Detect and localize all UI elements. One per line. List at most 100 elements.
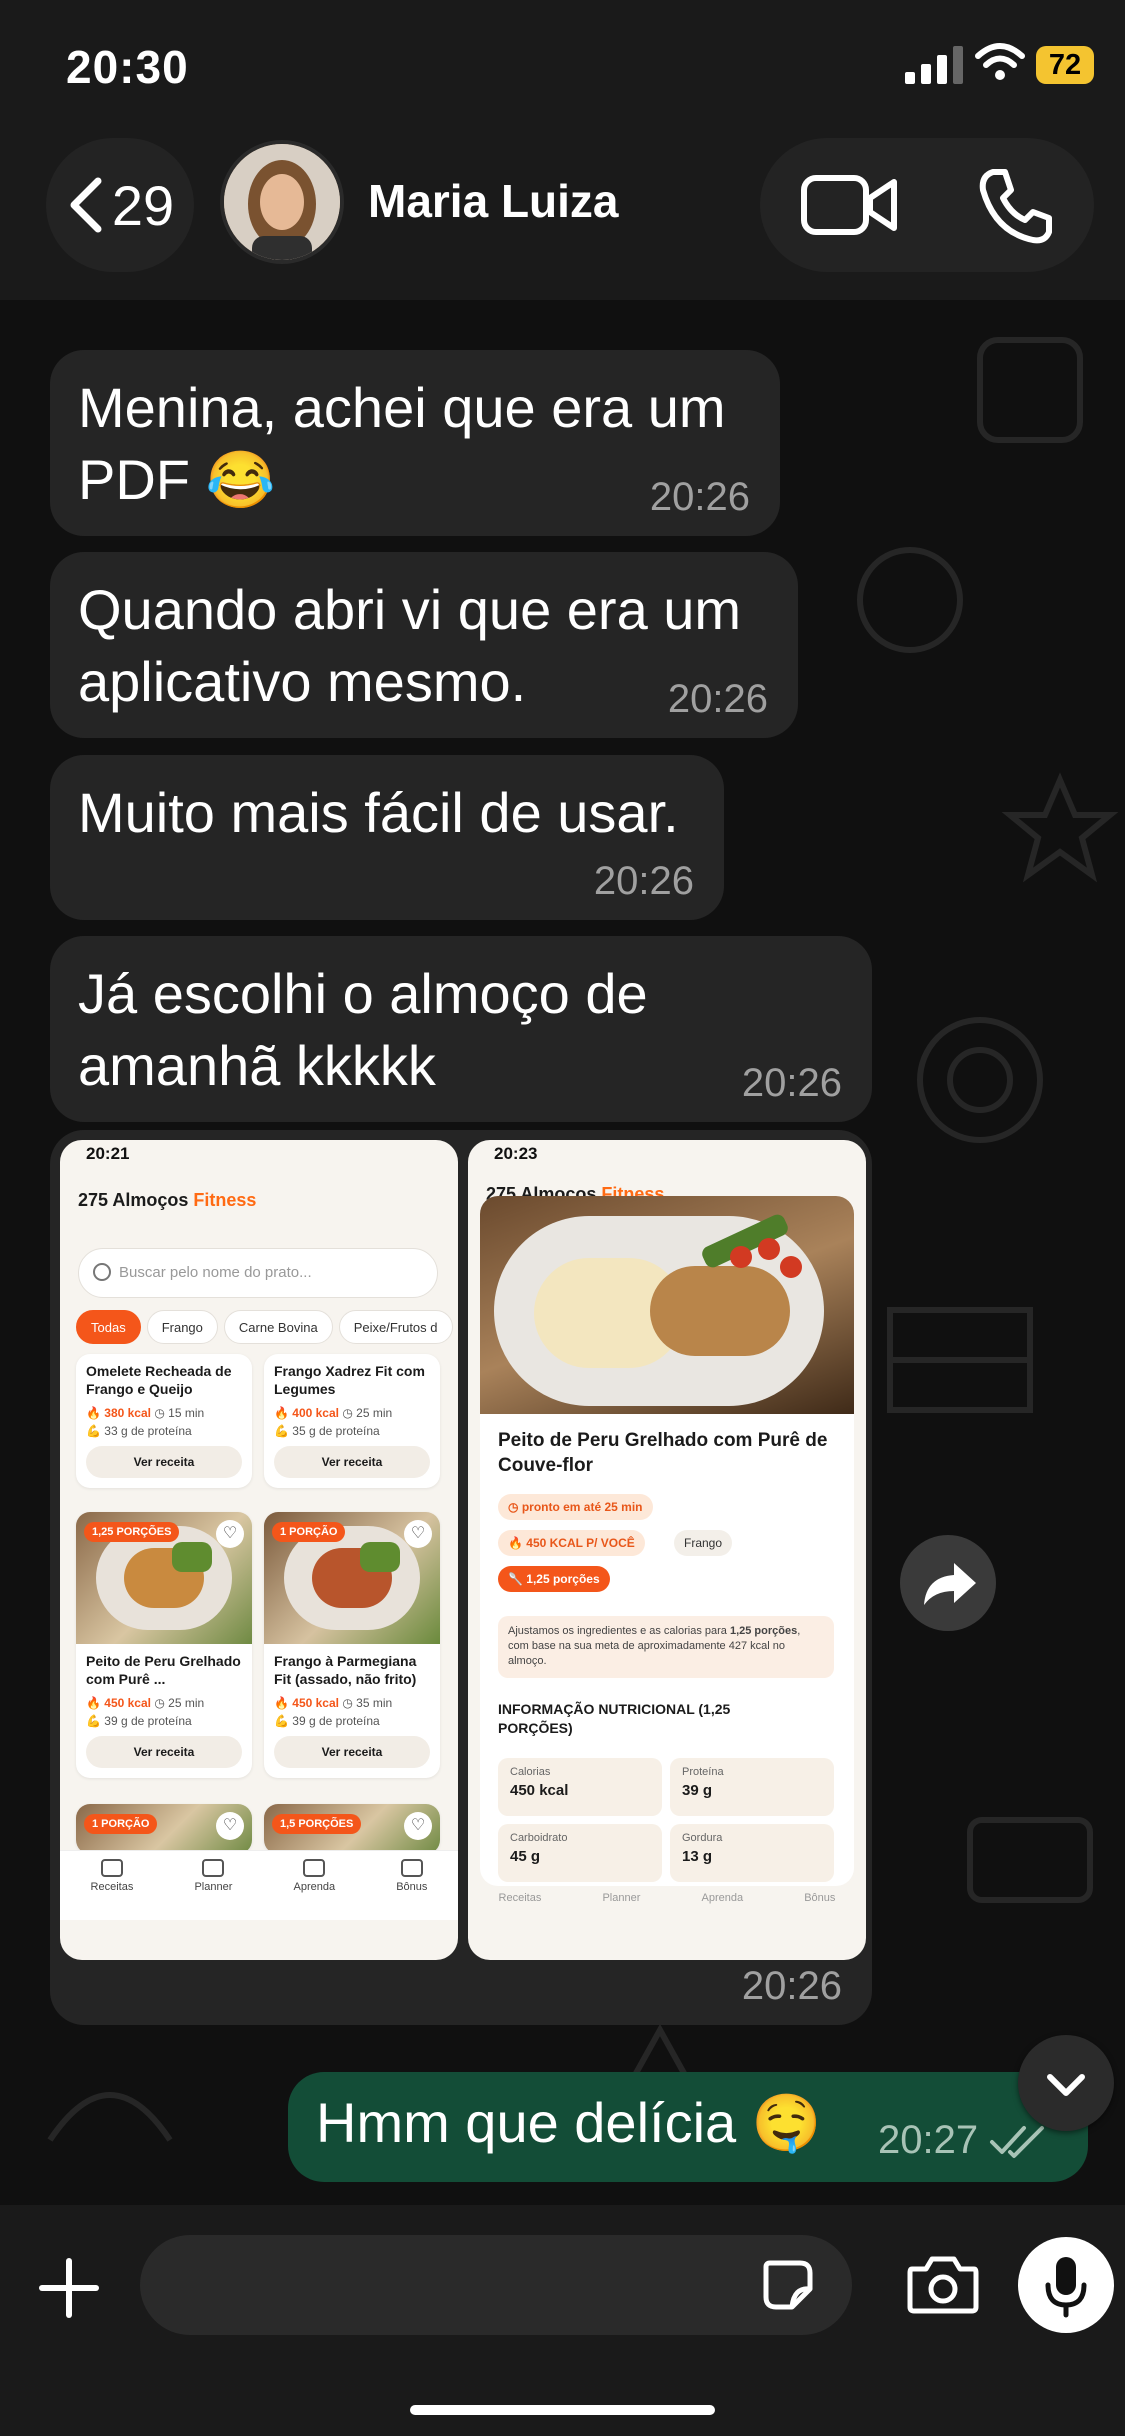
tomato-shape: [780, 1256, 802, 1278]
recipe-card: 1,5 PORÇÕES ♡: [264, 1804, 440, 1854]
incoming-message[interactable]: Já escolhi o almoço de amanhã kkkkk 20:2…: [50, 936, 872, 1122]
mic-icon: [1045, 2257, 1087, 2318]
sticker-icon[interactable]: [760, 2257, 816, 2313]
recipe-meta: 🔥 450 kcal ◷ 35 min: [274, 1696, 393, 1710]
mini-status-time: 20:23: [494, 1144, 538, 1163]
category-chips: Todas Frango Carne Bovina Peixe/Frutos d: [76, 1310, 456, 1344]
calendar-icon: [202, 1859, 225, 1877]
message-text: Hmm que delícia 🤤: [316, 2091, 822, 2154]
wifi-icon: [975, 43, 1025, 80]
recipe-image: 1,5 PORÇÕES ♡: [264, 1804, 440, 1854]
tab-bonus: Bônus: [396, 1859, 427, 1920]
app-title-accent: Fitness: [193, 1190, 257, 1210]
kcal-text: 450 KCAL P/ VOCÊ: [526, 1536, 635, 1550]
portions-pill: 🥄 1,25 porções: [498, 1566, 610, 1592]
message-time: 20:26: [741, 1061, 842, 1105]
recipe-time: 35 min: [356, 1696, 393, 1710]
recipe-protein: 💪 33 g de proteína: [86, 1424, 192, 1438]
contact-name[interactable]: Maria Luiza: [368, 174, 619, 228]
recipe-protein-text: 33 g de proteína: [104, 1424, 192, 1438]
message-text: Já escolhi o almoço de amanhã kkkkk: [78, 962, 648, 1097]
fillet-shape: [650, 1266, 790, 1356]
ready-time-text: pronto em até 25 min: [521, 1500, 643, 1514]
note-text: Ajustamos os ingredientes e as calorias …: [508, 1625, 730, 1637]
forward-button[interactable]: [900, 1535, 996, 1631]
recipe-time: 25 min: [168, 1696, 205, 1710]
camera-icon[interactable]: [906, 2253, 980, 2315]
heart-icon: ♡: [404, 1520, 432, 1548]
ready-time-pill: ◷ pronto em até 25 min: [498, 1494, 653, 1520]
recipe-title: Omelete Recheada de Frango e Queijo: [86, 1363, 232, 1397]
message-time: 20:27: [878, 2118, 979, 2162]
nutrition-label: Proteína: [682, 1766, 724, 1778]
video-call-icon[interactable]: [800, 170, 900, 240]
attached-screenshot[interactable]: 20:23 275 Almoços Fitness Peito de Peru …: [468, 1140, 866, 1960]
outgoing-message[interactable]: Hmm que delícia 🤤 20:27: [288, 2072, 1088, 2182]
recipe-image: 1 PORÇÃO ♡: [76, 1804, 252, 1854]
chip: Peixe/Frutos d: [338, 1310, 453, 1344]
vegetable-shape: [360, 1542, 400, 1572]
tab-aprenda: Aprenda: [293, 1859, 335, 1920]
kcal-pill: 🔥 450 KCAL P/ VOCÊ: [498, 1530, 645, 1556]
search-icon: [93, 1263, 111, 1281]
attached-screenshot[interactable]: 20:21 275 Almoços Fitness Buscar pelo no…: [60, 1140, 458, 1960]
nutrition-box: Proteína 39 g: [670, 1758, 834, 1816]
home-indicator: [410, 2405, 715, 2415]
message-time: 20:26: [649, 475, 750, 519]
category-pill: Frango: [674, 1530, 733, 1556]
recipe-protein: 💪 39 g de proteína: [274, 1714, 380, 1728]
back-button[interactable]: 29: [46, 138, 194, 272]
chip: Frango: [146, 1310, 218, 1344]
app-title: 275 Almoços Fitness: [78, 1190, 256, 1211]
phone-icon[interactable]: [975, 166, 1055, 246]
message-input[interactable]: [140, 2235, 852, 2335]
tab-label: Bônus: [804, 1892, 836, 1904]
recipe-detail-card: Peito de Peru Grelhado com Purê de Couve…: [480, 1196, 854, 1886]
view-recipe-button: Ver receita: [274, 1446, 430, 1478]
tab-label: Planner: [602, 1892, 641, 1904]
vegetable-shape: [172, 1542, 212, 1572]
message-time: 20:26: [667, 677, 768, 721]
recipe-title: Frango à Parmegiana Fit (assado, não fri…: [274, 1653, 417, 1687]
tab-label: Receitas: [498, 1892, 542, 1904]
view-recipe-button: Ver receita: [86, 1446, 242, 1478]
nutrition-label: Gordura: [682, 1832, 723, 1844]
app-tab-bar: Receitas Planner Aprenda Bônus: [60, 1850, 458, 1920]
chip: Todas: [76, 1310, 141, 1344]
recipe-detail-title: Peito de Peru Grelhado com Purê de Couve…: [498, 1430, 828, 1476]
message-time: 20:26: [741, 1964, 842, 2008]
recipe-card: Omelete Recheada de Frango e Queijo 🔥 38…: [76, 1354, 252, 1488]
recipe-protein-text: 35 g de proteína: [292, 1424, 380, 1438]
voice-message-button[interactable]: [1018, 2237, 1114, 2333]
recipe-image: 1,25 PORÇÕES ♡: [76, 1512, 252, 1644]
recipe-card: 1 PORÇÃO ♡ Frango à Parmegiana Fit (assa…: [264, 1512, 440, 1778]
forward-icon: [924, 1563, 976, 1605]
incoming-message[interactable]: Muito mais fácil de usar. 20:26: [50, 755, 724, 920]
view-recipe-button: Ver receita: [274, 1736, 430, 1768]
recipe-kcal: 450 kcal: [292, 1696, 339, 1710]
contact-avatar[interactable]: [220, 140, 344, 264]
nutrition-label: Carboidrato: [510, 1832, 568, 1844]
chat-header: 29 Maria Luiza: [0, 130, 1125, 300]
doodle-icon: [977, 337, 1083, 443]
recipe-card: Frango Xadrez Fit com Legumes 🔥 400 kcal…: [264, 1354, 440, 1488]
plus-icon[interactable]: [36, 2255, 102, 2321]
nutrition-label: Calorias: [510, 1766, 551, 1778]
recipe-time: 15 min: [168, 1406, 205, 1420]
heart-icon: ♡: [216, 1520, 244, 1548]
recipe-kcal: 400 kcal: [292, 1406, 339, 1420]
gift-icon: [400, 1859, 423, 1877]
app-title-main: 275 Almoços: [78, 1190, 189, 1210]
portion-badge: 1,25 PORÇÕES: [84, 1522, 180, 1542]
incoming-message[interactable]: Menina, achei que era um PDF 😂 20:26: [50, 350, 780, 536]
recipe-meta: 🔥 380 kcal ◷ 15 min: [86, 1406, 205, 1420]
doodle-icon: [47, 2092, 173, 2142]
scroll-to-bottom-button[interactable]: [1018, 2035, 1114, 2131]
recipe-image: 1 PORÇÃO ♡: [264, 1512, 440, 1644]
mini-status-time: 20:21: [86, 1144, 130, 1163]
call-actions: [760, 138, 1094, 272]
app-tab-bar: Receitas Planner Aprenda Bônus: [468, 1892, 866, 1904]
message-time: 20:26: [593, 859, 694, 903]
recipe-photo: [480, 1196, 854, 1414]
incoming-message[interactable]: Quando abri vi que era um aplicativo mes…: [50, 552, 798, 738]
